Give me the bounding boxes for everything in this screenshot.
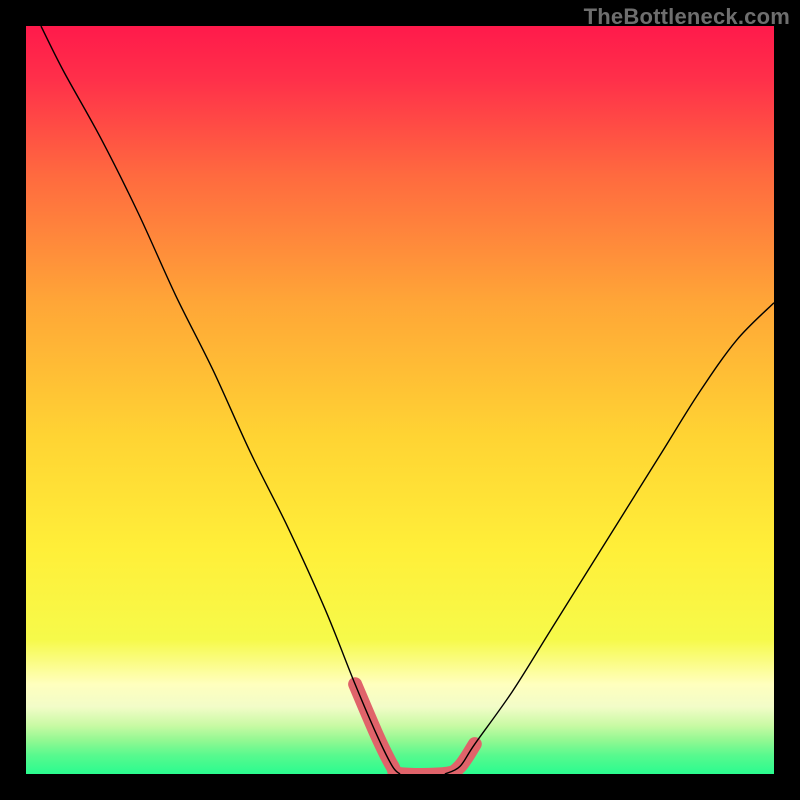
- watermark-text: TheBottleneck.com: [584, 4, 790, 30]
- chart-frame: TheBottleneck.com: [0, 0, 800, 800]
- chart-svg: [26, 26, 774, 774]
- gradient-background: [26, 26, 774, 774]
- plot-area: [26, 26, 774, 774]
